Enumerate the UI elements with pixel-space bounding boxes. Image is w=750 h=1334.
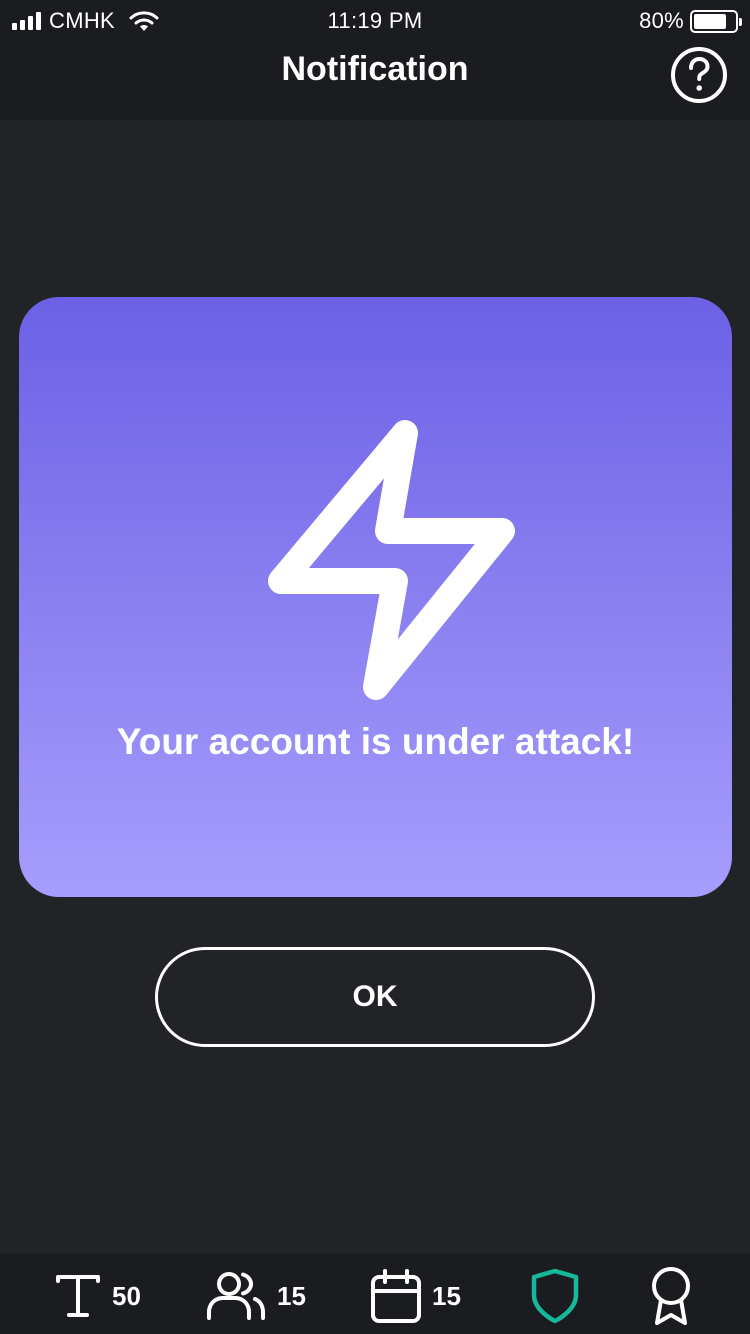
alert-card: Your account is under attack! [19,297,732,897]
tab-users[interactable]: 15 [205,1268,306,1324]
status-right: 80% [639,8,742,34]
lightning-bolt-icon [268,420,515,700]
tab-text-count: 50 [112,1280,141,1311]
help-icon[interactable] [670,46,728,104]
bottom-tab-bar: 50 15 15 [0,1254,750,1334]
tab-calendar[interactable]: 15 [370,1268,461,1324]
top-bar: CMHK 11:19 PM 80% Notification [0,0,750,120]
users-icon [207,1272,265,1320]
tab-text[interactable]: 50 [54,1268,141,1324]
tab-shield[interactable] [530,1268,580,1324]
tab-award[interactable] [648,1267,694,1325]
award-icon [652,1267,690,1325]
tab-users-count: 15 [277,1280,306,1311]
tab-calendar-count: 15 [432,1280,461,1311]
battery-fill [694,13,726,29]
battery-icon [690,9,742,33]
page-title: Notification [281,50,469,88]
text-icon [56,1275,100,1317]
ok-button[interactable]: OK [155,947,595,1047]
alert-message: Your account is under attack! [116,721,635,762]
status-bar: CMHK 11:19 PM 80% [0,0,750,40]
calendar-icon [371,1269,421,1323]
shield-icon [531,1268,579,1324]
notification-screen: CMHK 11:19 PM 80% Notification Your acco… [0,0,750,1334]
status-time: 11:19 PM [327,8,423,33]
battery-percent: 80% [639,8,684,33]
